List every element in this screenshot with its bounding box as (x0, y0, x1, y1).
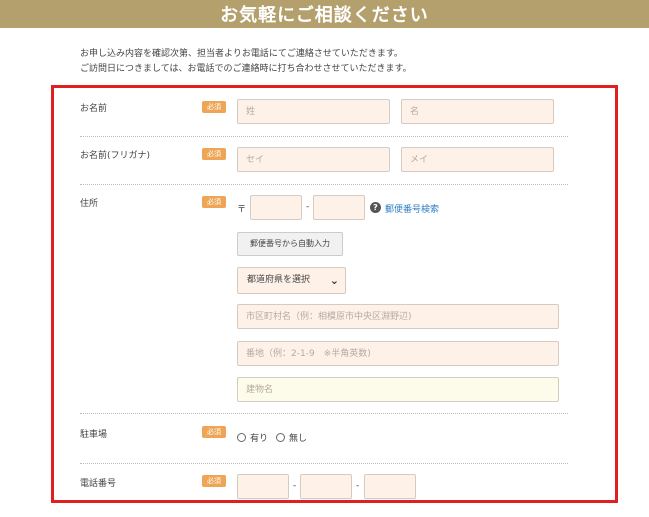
phone-label: 電話番号 (80, 479, 117, 489)
help-icon[interactable]: ? (370, 202, 381, 213)
city-input[interactable] (237, 304, 559, 329)
postal-mark: 〒 (237, 205, 247, 215)
row-divider (80, 136, 568, 137)
postal-separator: - (306, 202, 310, 212)
required-badge: 必須 (202, 475, 226, 487)
phone-separator: - (356, 481, 360, 491)
parking-no-radio[interactable] (276, 433, 286, 442)
page-title: お気軽にご相談ください (220, 5, 429, 26)
row-divider (80, 463, 568, 464)
postal-code-1-input[interactable] (250, 195, 302, 220)
required-badge: 必須 (202, 196, 226, 208)
intro-line-1: お申し込み内容を確認次第、担当者よりお電話にてご連絡させていただきます。 (80, 49, 403, 59)
phone-part-3-input[interactable] (364, 474, 416, 499)
first-name-kana-input[interactable] (401, 147, 554, 172)
last-name-input[interactable] (237, 99, 390, 124)
intro-text: お申し込み内容を確認次第、担当者よりお電話にてご連絡させていただきます。 ご訪問… (80, 47, 412, 77)
postal-search-link[interactable]: 郵便番号検索 (385, 202, 439, 215)
building-input[interactable] (237, 377, 559, 402)
postal-autofill-button[interactable]: 郵便番号から自動入力 (237, 232, 343, 256)
street-input[interactable] (237, 341, 559, 366)
parking-radio-group: 有り 無し (237, 431, 315, 444)
name-label: お名前 (80, 104, 108, 114)
parking-label: 駐車場 (80, 430, 108, 440)
first-name-input[interactable] (401, 99, 554, 124)
postal-code-2-input[interactable] (313, 195, 365, 220)
required-badge: 必須 (202, 148, 226, 160)
prefecture-select[interactable]: 都道府県を選択 ⌄ (237, 267, 346, 294)
intro-line-2: ご訪問日につきましては、お電話でのご連絡時に打ち合わせさせていただきます。 (80, 64, 412, 74)
phone-separator: - (293, 481, 297, 491)
parking-no-label: 無し (289, 434, 308, 444)
furigana-label: お名前(フリガナ) (80, 151, 151, 161)
row-divider (80, 413, 568, 414)
chevron-down-icon: ⌄ (329, 274, 339, 287)
parking-yes-label: 有り (250, 434, 269, 444)
phone-part-1-input[interactable] (237, 474, 289, 499)
required-badge: 必須 (202, 101, 226, 113)
required-badge: 必須 (202, 426, 226, 438)
header-bar: お気軽にご相談ください (0, 0, 649, 28)
prefecture-select-value: 都道府県を選択 (247, 275, 311, 285)
row-divider (80, 184, 568, 185)
phone-part-2-input[interactable] (300, 474, 352, 499)
last-name-kana-input[interactable] (237, 147, 390, 172)
address-label: 住所 (80, 199, 99, 209)
parking-yes-radio[interactable] (237, 433, 246, 442)
